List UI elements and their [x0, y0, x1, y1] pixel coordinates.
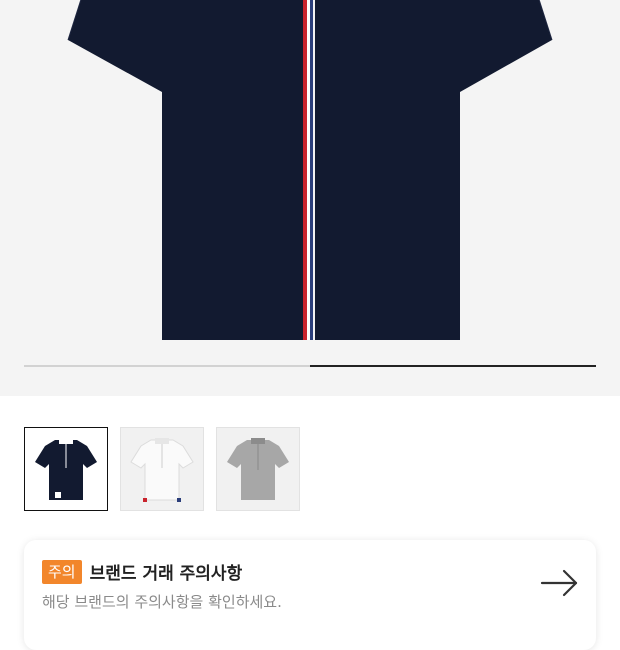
white-polo-thumbnail-icon [130, 438, 194, 502]
product-image-area[interactable] [0, 0, 620, 396]
notice-title: 브랜드 거래 주의사항 [89, 564, 243, 584]
stripe-red [303, 0, 307, 340]
stripe-white [307, 0, 310, 340]
navy-polo-thumbnail-icon [25, 428, 107, 510]
thumbnail-grey[interactable] [216, 427, 300, 511]
notice-subtitle: 해당 브랜드의 주의사항을 확인하세요. [42, 593, 282, 611]
arrow-right-icon[interactable] [540, 568, 580, 598]
grey-polo-thumbnail-icon [227, 438, 289, 500]
notice-badge: 주의 [42, 559, 82, 584]
thumbnail-list [24, 427, 300, 511]
thumbnail-white[interactable] [120, 427, 204, 511]
gallery-progress-track [24, 365, 596, 367]
stripe-blue [310, 0, 313, 340]
stripe-white-2 [313, 0, 315, 340]
product-image [67, 0, 553, 340]
thumbnail-navy[interactable] [24, 427, 108, 511]
notice-header: 주의 브랜드 거래 주의사항 [42, 559, 242, 584]
gallery-progress-fill [310, 365, 596, 367]
brand-notice-card[interactable]: 주의 브랜드 거래 주의사항 해당 브랜드의 주의사항을 확인하세요. [24, 540, 596, 650]
